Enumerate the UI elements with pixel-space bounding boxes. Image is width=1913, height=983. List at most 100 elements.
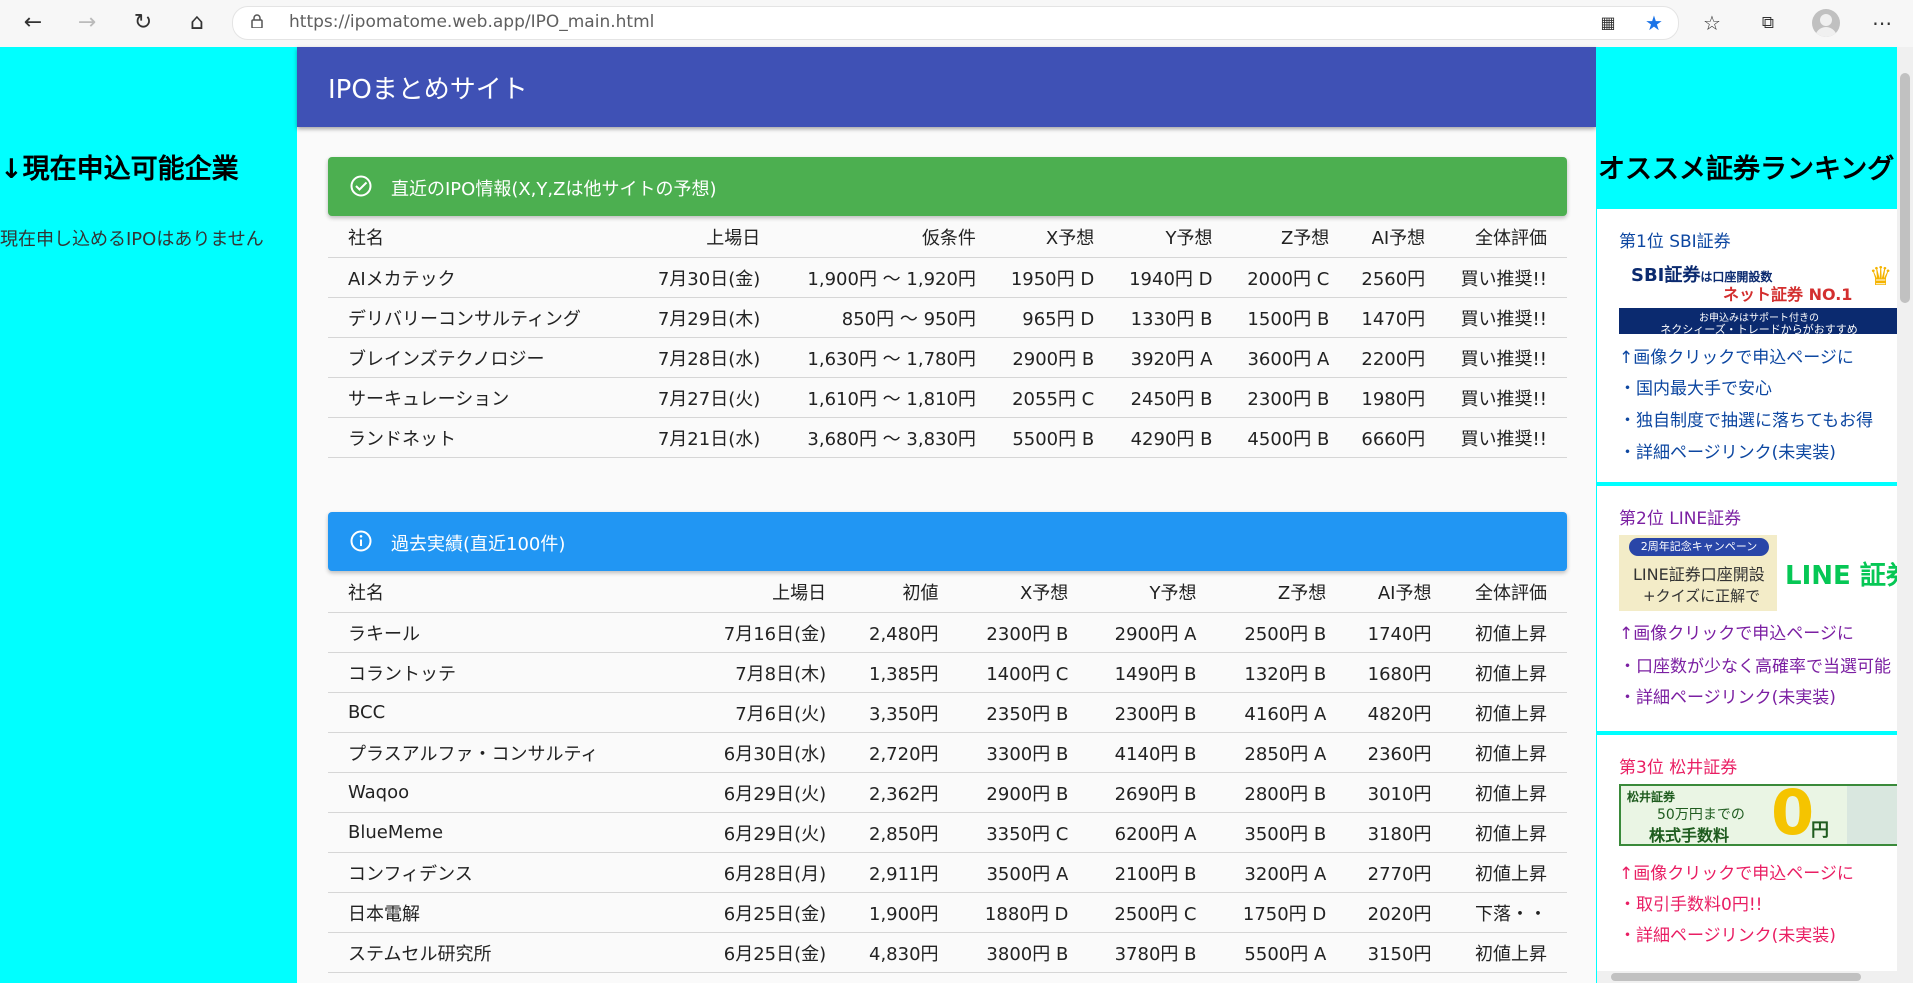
table-cell: 1950円 D bbox=[995, 257, 1115, 298]
right-panel-horizontal-scrollbar[interactable] bbox=[1597, 971, 1897, 983]
line-banner-text1: LINE証券口座開設 bbox=[1633, 565, 1765, 584]
apply-link-1[interactable]: ↑画像クリックで申込ページに bbox=[1619, 343, 1854, 368]
apply-link-3[interactable]: ↑画像クリックで申込ページに bbox=[1619, 859, 1854, 884]
table-cell: 3300円 B bbox=[958, 732, 1089, 773]
back-icon[interactable]: ← bbox=[18, 8, 48, 38]
past-col-header: 社名 bbox=[328, 571, 693, 613]
table-cell: 2770円 bbox=[1346, 852, 1452, 893]
table-cell: 初値上昇 bbox=[1451, 652, 1567, 693]
profile-avatar[interactable] bbox=[1812, 9, 1840, 37]
line-banner-campaign: 2周年記念キャンペーン bbox=[1629, 538, 1769, 556]
past-results-header: 過去実績(直近100件) bbox=[328, 512, 1567, 571]
table-cell: コンフィデンス bbox=[328, 852, 693, 893]
table-cell: 3500円 A bbox=[958, 852, 1089, 893]
apply-link-2[interactable]: ↑画像クリックで申込ページに bbox=[1619, 619, 1854, 644]
table-cell: 1,610円 ～ 1,810円 bbox=[780, 377, 996, 418]
past-results-title: 過去実績(直近100件) bbox=[391, 534, 566, 555]
past-col-header: Z予想 bbox=[1216, 571, 1347, 613]
table-cell: 日本電解 bbox=[328, 892, 693, 933]
card-3-point-1: ・取引手数料0円!! bbox=[1619, 895, 1763, 915]
table-cell: 初値上昇 bbox=[1451, 772, 1567, 813]
table-cell: ステムセル研究所 bbox=[328, 932, 693, 973]
recent-ipo-table: 社名 上場日 仮条件 X予想 Y予想 Z予想 AI予想 全体評価 AIメカテック 7月30日(金… bbox=[328, 216, 1567, 458]
table-cell: 買い推奨!! bbox=[1445, 257, 1567, 298]
ranking-card-3: 第3位 松井証券 松井証券 50万円までの 株式手数料 0 円 ↑画像クリックで… bbox=[1597, 735, 1897, 983]
table-cell: 2350円 B bbox=[958, 692, 1089, 733]
table-cell: 2900円 B bbox=[958, 772, 1089, 813]
table-cell: 2360円 bbox=[1346, 732, 1452, 773]
line-banner-text2: +クイズに正解で bbox=[1643, 587, 1761, 605]
table-cell: 2300円 B bbox=[958, 612, 1089, 653]
card-1-point-1: ・国内最大手で安心 bbox=[1619, 379, 1772, 399]
favorites-list-icon[interactable]: ☆ bbox=[1698, 9, 1726, 37]
table-cell: 2500円 B bbox=[1216, 612, 1347, 653]
card-1-point-2: ・独自制度で抽選に落ちてもお得 bbox=[1619, 411, 1874, 431]
table-cell: ブレインズテクノロジー bbox=[328, 337, 641, 378]
rank-title-2[interactable]: 第2位 LINE証券 bbox=[1619, 504, 1741, 529]
table-header-row: 社名 上場日 初値 X予想 Y予想 Z予想 AI予想 全体評価 bbox=[328, 571, 1567, 613]
table-cell: 2850円 A bbox=[1216, 732, 1347, 773]
table-cell: 買い推奨!! bbox=[1445, 377, 1567, 418]
table-cell: 7月6日(火) bbox=[692, 692, 847, 733]
sbi-banner-no1: ネット証券 NO.1 bbox=[1723, 285, 1853, 304]
table-cell: 3010円 bbox=[1346, 772, 1452, 813]
recent-col-header: X予想 bbox=[995, 216, 1115, 258]
sbi-banner[interactable]: SBI証券は口座開設数 ネット証券 NO.1 ♛ お申込みはサポート付きの ネク… bbox=[1619, 258, 1897, 334]
more-menu-icon[interactable]: ⋯ bbox=[1868, 9, 1896, 37]
open-ipo-message: 現在申し込めるIPOはありません bbox=[0, 229, 264, 250]
favorite-star-icon[interactable]: ★ bbox=[1640, 9, 1668, 37]
table-cell: 1,630円 ～ 1,780円 bbox=[780, 337, 996, 378]
line-banner[interactable]: 2周年記念キャンペーン LINE証券口座開設 +クイズに正解で LINE 証券 bbox=[1619, 535, 1897, 611]
collections-icon[interactable]: ⧉ bbox=[1754, 9, 1782, 37]
card-3-point-2[interactable]: ・詳細ページリンク(未実装) bbox=[1619, 921, 1836, 946]
rank-title-3[interactable]: 第3位 松井証券 bbox=[1619, 753, 1737, 778]
table-cell: 2200円 bbox=[1349, 337, 1446, 378]
table-cell: 4500円 B bbox=[1232, 417, 1350, 458]
past-results-table: 社名 上場日 初値 X予想 Y予想 Z予想 AI予想 全体評価 ラキール 7月16日(金) 2,4… bbox=[328, 571, 1567, 973]
table-cell: 7月30日(金) bbox=[640, 257, 781, 298]
table-cell: 5500円 A bbox=[1216, 932, 1347, 973]
table-cell: 6月25日(金) bbox=[692, 932, 847, 973]
main-content: IPOまとめサイト 直近のIPO情報(X,Y,Zは他サイトの予想) 社名 上場日仮… bbox=[297, 47, 1596, 983]
site-title[interactable]: IPOまとめサイト bbox=[328, 69, 528, 106]
table-cell: デリバリーコンサルティング bbox=[328, 297, 641, 338]
table-cell: 3200円 A bbox=[1216, 852, 1347, 893]
address-bar[interactable]: https://ipomatome.web.app/IPO_main.html bbox=[232, 6, 1679, 40]
table-cell: 3780円 B bbox=[1088, 932, 1217, 973]
person-photo bbox=[1847, 786, 1897, 844]
scrollbar-thumb[interactable] bbox=[1611, 973, 1861, 981]
table-cell: コラントッテ bbox=[328, 652, 693, 693]
table-cell: 2,911円 bbox=[846, 852, 959, 893]
table-cell: 7月21日(水) bbox=[640, 417, 781, 458]
table-cell: 1,900円 bbox=[846, 892, 959, 933]
table-cell: 3920円 A bbox=[1114, 337, 1233, 378]
line-banner-logo: LINE 証券 bbox=[1785, 561, 1897, 591]
table-cell: 1490円 B bbox=[1088, 652, 1217, 693]
refresh-icon[interactable]: ↻ bbox=[128, 8, 158, 38]
table-row: ランドネット 7月21日(水) 3,680円 ～ 3,830円 5500円 B 4290… bbox=[328, 417, 1567, 458]
past-col-header: Y予想 bbox=[1088, 571, 1217, 613]
page-vertical-scrollbar[interactable] bbox=[1897, 47, 1913, 983]
card-1-point-3[interactable]: ・詳細ページリンク(未実装) bbox=[1619, 438, 1836, 463]
recent-col-header: Y予想 bbox=[1114, 216, 1233, 258]
app-grid-icon[interactable]: ▦ bbox=[1594, 9, 1622, 37]
table-cell: 1,900円 ～ 1,920円 bbox=[780, 257, 996, 298]
recent-col-header: 全体評価 bbox=[1445, 216, 1567, 258]
table-cell: サーキュレーション bbox=[328, 377, 641, 418]
table-cell: 6月29日(火) bbox=[692, 772, 847, 813]
table-cell: 2,480円 bbox=[846, 612, 959, 653]
matsui-banner-text1: 50万円までの bbox=[1657, 807, 1745, 823]
ranking-card-2: 第2位 LINE証券 2周年記念キャンペーン LINE証券口座開設 +クイズに正… bbox=[1597, 486, 1897, 731]
rank-title-1[interactable]: 第1位 SBI証券 bbox=[1619, 227, 1731, 252]
table-cell: 2300円 B bbox=[1088, 692, 1217, 733]
home-icon[interactable]: ⌂ bbox=[182, 8, 212, 38]
table-cell: 2020円 bbox=[1346, 892, 1452, 933]
right-panel: オススメ証券ランキング 第1位 SBI証券 SBI証券は口座開設数 ネット証券 … bbox=[1596, 47, 1897, 983]
table-cell: 1330円 B bbox=[1114, 297, 1233, 338]
table-row: BlueMeme 6月29日(火) 2,850円 3350円 C 6200円 A 3500… bbox=[328, 812, 1567, 853]
scrollbar-thumb[interactable] bbox=[1900, 73, 1910, 303]
matsui-banner[interactable]: 松井証券 50万円までの 株式手数料 0 円 bbox=[1619, 784, 1897, 846]
table-row: コンフィデンス 6月28日(月) 2,911円 3500円 A 2100円 B 3200円… bbox=[328, 852, 1567, 893]
forward-icon[interactable]: → bbox=[72, 8, 102, 38]
card-2-point-2[interactable]: ・詳細ページリンク(未実装) bbox=[1619, 683, 1836, 708]
